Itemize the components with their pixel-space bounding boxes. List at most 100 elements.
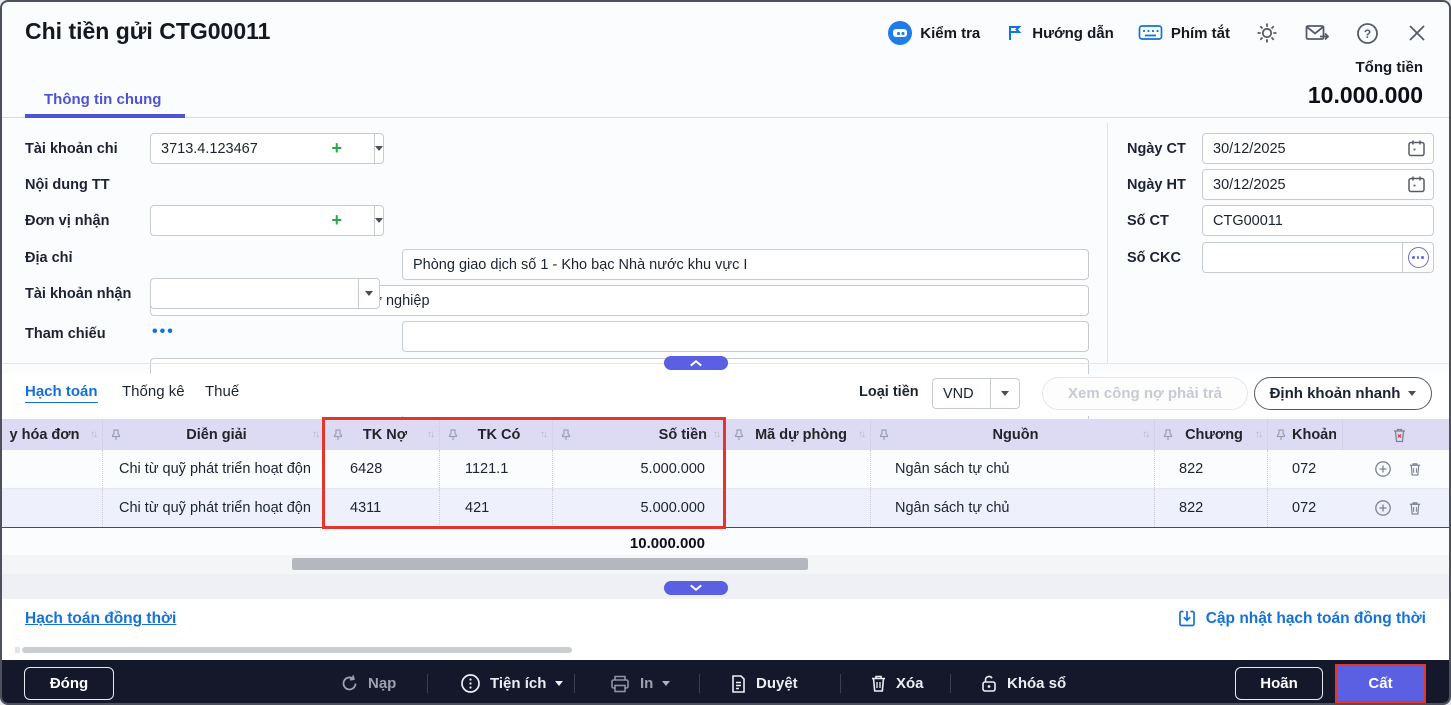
- utilities-button[interactable]: Tiện ích: [460, 660, 563, 705]
- insert-row-icon[interactable]: [1374, 499, 1392, 517]
- sort-icon[interactable]: ↑↓: [858, 429, 864, 440]
- calendar-icon[interactable]: [1407, 175, 1426, 194]
- pin-icon[interactable]: [734, 429, 744, 441]
- tai-khoan-chi-dropdown[interactable]: [374, 133, 384, 164]
- cell-chuong: 822: [1179, 461, 1203, 477]
- sort-icon[interactable]: ↑↓: [713, 429, 719, 440]
- calendar-icon[interactable]: [1407, 139, 1426, 158]
- document-icon: [729, 674, 747, 694]
- delete-all-icon[interactable]: [1392, 427, 1407, 443]
- mail-button[interactable]: [1304, 20, 1330, 46]
- shortcut-button[interactable]: Phím tắt: [1138, 23, 1230, 43]
- view-debt-button[interactable]: Xem công nợ phải trả: [1042, 377, 1248, 410]
- add-icon[interactable]: +: [331, 210, 342, 230]
- close-button[interactable]: [1404, 20, 1430, 46]
- sort-icon[interactable]: ↑↓: [427, 429, 433, 440]
- so-ckc-more-button[interactable]: [1402, 242, 1434, 273]
- col-tk-co[interactable]: TK Có: [464, 427, 534, 443]
- pin-icon[interactable]: [1276, 429, 1286, 441]
- pin-icon[interactable]: [111, 429, 121, 441]
- delete-row-icon[interactable]: [1408, 500, 1422, 516]
- pin-icon[interactable]: [333, 429, 343, 441]
- so-ckc-input[interactable]: [1202, 242, 1402, 273]
- lower-scrollbar-thumb[interactable]: [22, 647, 572, 653]
- expand-section-button[interactable]: [664, 581, 728, 595]
- pin-icon[interactable]: [448, 429, 458, 441]
- pin-icon[interactable]: [561, 429, 571, 441]
- lock-button[interactable]: Khóa sổ: [980, 660, 1066, 705]
- ngay-ct-input[interactable]: [1202, 133, 1434, 164]
- don-vi-nhan-dropdown[interactable]: [374, 205, 384, 236]
- printer-icon: [609, 674, 631, 694]
- so-ct-input[interactable]: [1202, 205, 1434, 236]
- settings-button[interactable]: [1254, 20, 1280, 46]
- pin-icon[interactable]: [1163, 429, 1173, 441]
- question-icon: ?: [1356, 22, 1379, 45]
- col-nguon[interactable]: Nguồn: [895, 427, 1136, 443]
- delete-row-icon[interactable]: [1408, 461, 1422, 477]
- form-vertical-divider: [1107, 123, 1108, 363]
- sort-icon[interactable]: ↑↓: [90, 429, 96, 440]
- approve-button[interactable]: Duyệt: [729, 660, 798, 705]
- accounting-table: y hóa đơn↑↓ Diễn giải↑↓ TK Nợ↑↓ TK Có↑↓ …: [2, 419, 1451, 528]
- tham-chieu-more-button[interactable]: •••: [152, 323, 175, 341]
- tab-hach-toan[interactable]: Hạch toán: [25, 383, 98, 403]
- chevron-down-icon: [1001, 391, 1009, 396]
- col-dien-giai[interactable]: Diễn giải: [127, 427, 306, 443]
- tai-khoan-chi-desc-input[interactable]: [402, 249, 1089, 280]
- don-vi-nhan-desc-input[interactable]: [402, 321, 1089, 352]
- tai-khoan-nhan-input[interactable]: [150, 278, 358, 309]
- pin-icon[interactable]: [879, 429, 889, 441]
- insert-row-icon[interactable]: [1374, 460, 1392, 478]
- tai-khoan-chi-label: Tài khoản chi: [25, 141, 118, 157]
- sort-icon[interactable]: ↑↓: [1142, 429, 1148, 440]
- guide-label: Hướng dẫn: [1032, 25, 1114, 42]
- table-row[interactable]: Chi từ quỹ phát triển hoạt độn... 6428 1…: [2, 450, 1451, 489]
- table-row[interactable]: Chi từ quỹ phát triển hoạt độn... 4311 4…: [2, 489, 1451, 528]
- sort-icon[interactable]: ↑↓: [540, 429, 546, 440]
- sort-icon[interactable]: ↑↓: [312, 429, 318, 440]
- toolbar-divider: [950, 674, 951, 693]
- tai-khoan-nhan-dropdown[interactable]: [358, 278, 380, 309]
- cap-nhat-link[interactable]: Cập nhật hạch toán đồng thời: [1178, 609, 1426, 628]
- tai-khoan-nhan-label: Tài khoản nhận: [25, 286, 131, 302]
- currency-dropdown[interactable]: [990, 379, 1019, 408]
- postpone-button[interactable]: Hoãn: [1235, 667, 1323, 700]
- table-scrollbar-thumb[interactable]: [292, 558, 808, 570]
- cell-khoan: 072: [1292, 461, 1316, 477]
- tab-thong-ke[interactable]: Thống kê: [122, 383, 185, 400]
- guide-button[interactable]: Hướng dẫn: [1004, 23, 1114, 43]
- so-ckc-label: Số CKC: [1127, 250, 1181, 266]
- col-so-tien[interactable]: Số tiền: [577, 427, 707, 443]
- col-chuong[interactable]: Chương: [1179, 427, 1249, 443]
- so-ct-label: Số CT: [1127, 213, 1169, 229]
- utilities-icon: [460, 673, 481, 694]
- hach-toan-dong-thoi-link[interactable]: Hạch toán đồng thời: [25, 610, 176, 628]
- col-tk-no[interactable]: TK Nợ: [349, 427, 421, 443]
- toolbar-divider: [427, 674, 428, 693]
- col-hoa-don[interactable]: y hóa đơn: [5, 427, 84, 443]
- check-button[interactable]: Kiểm tra: [888, 21, 980, 45]
- chevron-down-icon: [662, 681, 670, 686]
- page-title: Chi tiền gửi CTG00011: [25, 18, 270, 45]
- currency-select[interactable]: VND: [932, 378, 1020, 409]
- ngay-ht-input[interactable]: [1202, 169, 1434, 200]
- tab-thong-tin-chung[interactable]: Thông tin chung: [44, 91, 161, 108]
- tai-khoan-chi-combo: +: [150, 133, 380, 164]
- sort-icon[interactable]: ↑↓: [1255, 429, 1261, 440]
- tab-thue[interactable]: Thuế: [205, 383, 239, 400]
- help-button[interactable]: ?: [1354, 20, 1380, 46]
- chevron-down-icon: [689, 584, 703, 592]
- quick-entry-button[interactable]: Định khoản nhanh: [1254, 377, 1432, 410]
- save-button[interactable]: Cất: [1337, 666, 1424, 701]
- close-icon: [1407, 23, 1427, 43]
- delete-button[interactable]: Xóa: [870, 660, 924, 705]
- add-icon[interactable]: +: [331, 138, 342, 158]
- close-form-button[interactable]: Đóng: [24, 667, 114, 700]
- col-khoan[interactable]: Khoản: [1292, 427, 1336, 443]
- col-ma-du-phong[interactable]: Mã dự phòng: [750, 427, 852, 443]
- collapse-form-button[interactable]: [664, 356, 728, 370]
- reload-button[interactable]: Nạp: [340, 660, 396, 705]
- update-download-icon: [1178, 609, 1197, 628]
- print-button[interactable]: In: [609, 660, 670, 705]
